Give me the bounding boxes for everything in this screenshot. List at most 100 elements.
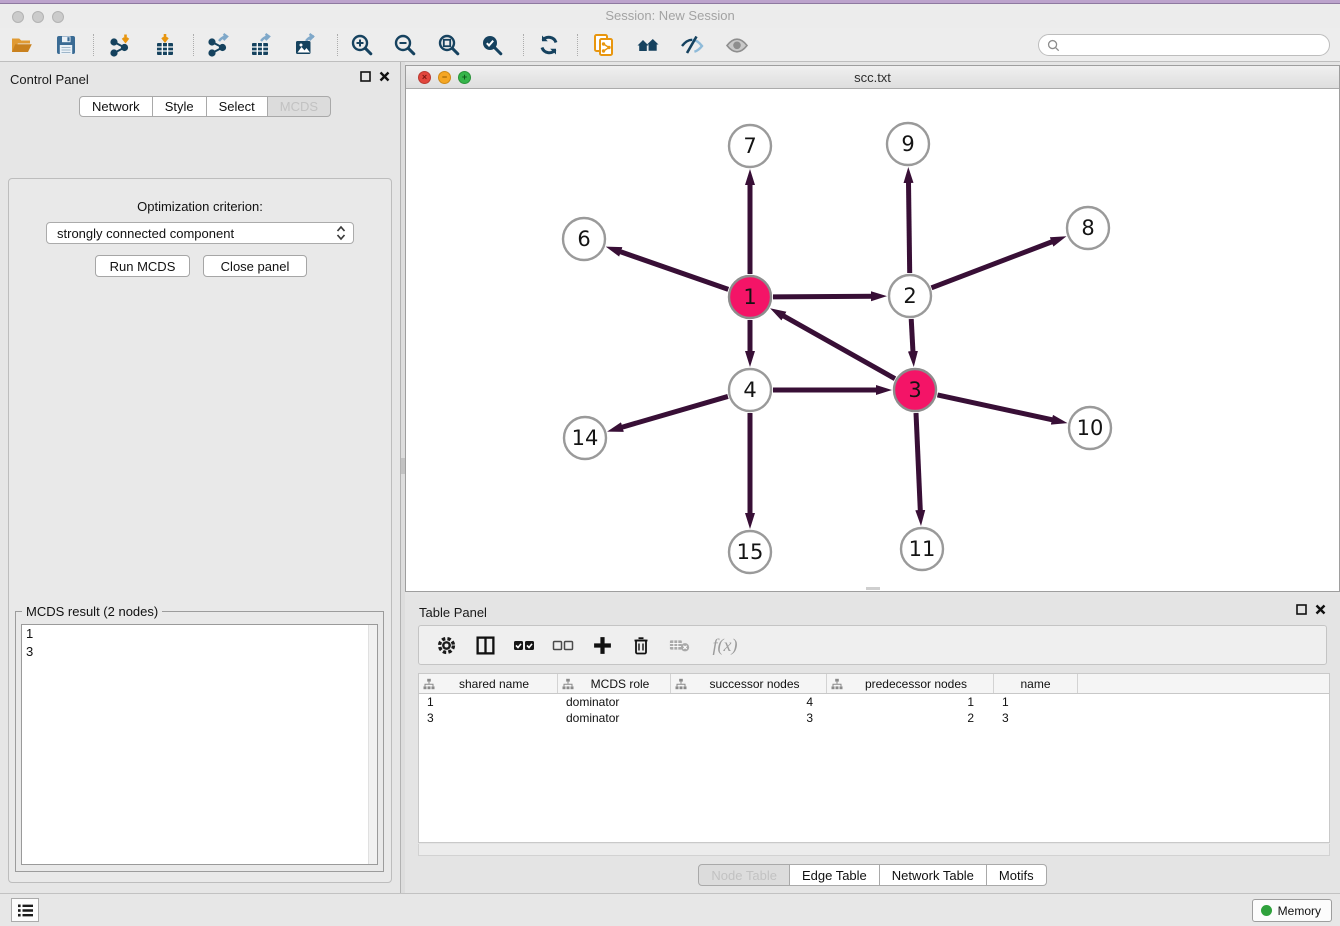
zoom-out-icon[interactable] (391, 32, 419, 58)
column-header-name[interactable]: name (994, 674, 1078, 693)
svg-text:10: 10 (1077, 416, 1104, 440)
delete-row-icon[interactable] (630, 634, 652, 656)
svg-text:6: 6 (577, 227, 590, 251)
tab-network-table[interactable]: Network Table (880, 864, 987, 886)
edge-2-3[interactable] (911, 319, 913, 355)
node-table[interactable]: shared name MCDS role successor nodes pr… (418, 673, 1330, 843)
close-panel-icon[interactable] (1315, 604, 1326, 615)
node-14[interactable]: 14 (564, 417, 606, 459)
export-table-icon[interactable] (247, 32, 275, 58)
zoom-selected-icon[interactable] (478, 32, 506, 58)
cell-name[interactable]: 3 (994, 710, 1078, 726)
save-session-icon[interactable] (52, 32, 80, 58)
edge-2-8[interactable] (931, 240, 1055, 287)
float-panel-icon[interactable] (1296, 604, 1307, 615)
node-1[interactable]: 1 (729, 276, 771, 318)
column-header-mcds-role[interactable]: MCDS role (558, 674, 671, 693)
import-network-icon[interactable] (106, 32, 134, 58)
edge-3-1[interactable] (780, 314, 894, 379)
cell-filler (1078, 694, 1329, 710)
mcds-result-list[interactable]: 1 3 (21, 624, 378, 865)
cell-predecessor-nodes[interactable]: 1 (827, 694, 994, 710)
cell-successor-nodes[interactable]: 3 (671, 710, 827, 726)
memory-button[interactable]: Memory (1252, 899, 1332, 922)
view-resize-handle[interactable] (866, 587, 880, 590)
network-view-window[interactable]: × − + scc.txt 1 2 3 4 6 7 8 9 10 11 14 15 (405, 65, 1340, 592)
node-7[interactable]: 7 (729, 125, 771, 167)
tab-mcds[interactable]: MCDS (268, 96, 331, 117)
tab-select[interactable]: Select (207, 96, 268, 117)
cell-predecessor-nodes[interactable]: 2 (827, 710, 994, 726)
tab-style[interactable]: Style (153, 96, 207, 117)
cell-mcds-role[interactable]: dominator (558, 694, 671, 710)
node-4[interactable]: 4 (729, 369, 771, 411)
float-panel-icon[interactable] (360, 71, 371, 82)
import-table-icon[interactable] (151, 32, 179, 58)
edge-1-6[interactable] (617, 251, 728, 290)
tab-motifs[interactable]: Motifs (987, 864, 1047, 886)
chevron-updown-icon (335, 225, 347, 241)
first-neighbors-icon[interactable] (634, 32, 662, 58)
run-mcds-button[interactable]: Run MCDS (95, 255, 190, 277)
table-row[interactable]: 1 dominator 4 1 1 (419, 694, 1329, 710)
column-header-successor-nodes[interactable]: successor nodes (671, 674, 827, 693)
toolbar-separator (193, 34, 194, 56)
cell-successor-nodes[interactable]: 4 (671, 694, 827, 710)
close-panel-icon[interactable] (379, 71, 390, 82)
tab-edge-table[interactable]: Edge Table (790, 864, 880, 886)
network-window-titlebar[interactable]: × − + scc.txt (406, 66, 1339, 89)
table-panel-title: Table Panel (419, 605, 487, 620)
edge-2-9[interactable] (908, 179, 909, 273)
column-header-predecessor-nodes[interactable]: predecessor nodes (827, 674, 994, 693)
node-8[interactable]: 8 (1067, 207, 1109, 249)
column-type-icon (562, 678, 574, 690)
hide-selected-icon[interactable] (678, 32, 706, 58)
column-view-icon[interactable] (474, 634, 496, 656)
open-session-icon[interactable] (8, 32, 36, 58)
edge-3-11[interactable] (916, 413, 920, 514)
node-9[interactable]: 9 (887, 123, 929, 165)
node-15[interactable]: 15 (729, 531, 771, 573)
search-icon (1047, 39, 1060, 52)
edge-3-10[interactable] (937, 395, 1055, 421)
close-panel-button[interactable]: Close panel (203, 255, 307, 277)
table-settings-icon[interactable] (435, 634, 457, 656)
titlebar[interactable]: Session: New Session (0, 4, 1340, 28)
control-panel-title: Control Panel (10, 72, 89, 87)
search-input[interactable] (1064, 38, 1329, 52)
network-from-file-icon[interactable] (590, 32, 618, 58)
export-network-icon[interactable] (204, 32, 232, 58)
refresh-layout-icon[interactable] (535, 32, 563, 58)
toolbar-separator (577, 34, 578, 56)
node-3[interactable]: 3 (894, 369, 936, 411)
column-header-shared-name[interactable]: shared name (419, 674, 558, 693)
cell-shared-name[interactable]: 3 (419, 710, 558, 726)
criterion-dropdown[interactable]: strongly connected component (46, 222, 354, 244)
table-horizontal-scrollbar[interactable] (418, 844, 1330, 856)
result-scrollbar[interactable] (368, 625, 377, 864)
deselect-all-icon[interactable] (552, 634, 574, 656)
delete-column-icon (669, 634, 691, 656)
node-11[interactable]: 11 (901, 528, 943, 570)
tab-node-table[interactable]: Node Table (698, 864, 790, 886)
cell-name[interactable]: 1 (994, 694, 1078, 710)
network-graph-canvas[interactable]: 1 2 3 4 6 7 8 9 10 11 14 15 (406, 89, 1339, 591)
node-6[interactable]: 6 (563, 218, 605, 260)
show-panels-button[interactable] (11, 898, 39, 922)
export-image-icon[interactable] (291, 32, 319, 58)
cell-mcds-role[interactable]: dominator (558, 710, 671, 726)
cell-shared-name[interactable]: 1 (419, 694, 558, 710)
zoom-in-icon[interactable] (348, 32, 376, 58)
zoom-fit-icon[interactable] (435, 32, 463, 58)
svg-text:14: 14 (572, 426, 599, 450)
edge-4-14[interactable] (619, 396, 728, 428)
add-column-icon[interactable] (591, 634, 613, 656)
tab-network[interactable]: Network (79, 96, 153, 117)
edge-1-2[interactable] (773, 296, 875, 297)
result-line: 1 (22, 625, 377, 643)
search-field[interactable] (1038, 34, 1330, 56)
select-all-icon[interactable] (513, 634, 535, 656)
table-row[interactable]: 3 dominator 3 2 3 (419, 710, 1329, 726)
node-2[interactable]: 2 (889, 275, 931, 317)
node-10[interactable]: 10 (1069, 407, 1111, 449)
